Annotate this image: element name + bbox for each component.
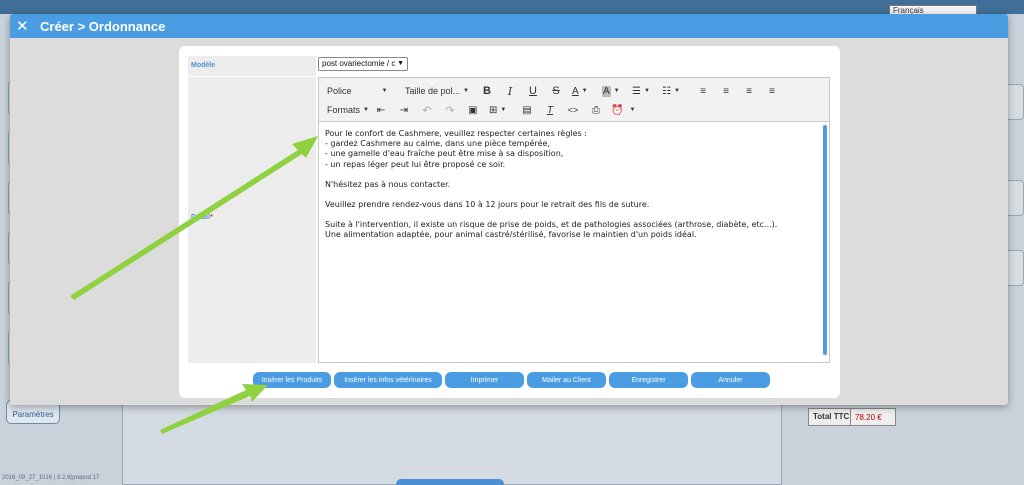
print-button[interactable]: Imprimer [445,372,524,388]
align-center-icon[interactable]: ≡ [718,83,734,99]
font-size-select[interactable]: Taille de pol... ▼ [405,83,477,99]
total-label: Total TTC [809,409,851,425]
text-line: N'hésitez pas à nous contacter. [325,179,451,189]
chevron-down-icon: ▼ [397,60,404,67]
chevron-down-icon: ▼ [363,107,369,113]
font-family-select[interactable]: Police ▼ [327,83,395,99]
redo-icon[interactable]: ↷ [442,102,458,118]
insert-vet-info-button[interactable]: Insérer les infos vétérinaires [334,372,442,388]
detail-label: Détail* [191,214,213,221]
align-left-icon[interactable]: ≡ [695,83,711,99]
text-color-icon[interactable]: A ▼ [572,83,588,99]
app-topbar [0,0,1024,14]
background-panel [122,404,782,485]
text-line: Veuillez prendre rendez-vous dans 10 à 1… [325,200,650,210]
image-icon[interactable]: ▣ [465,102,481,118]
undo-icon[interactable]: ↶ [419,102,435,118]
chevron-down-icon: ▼ [613,88,620,94]
chevron-down-icon: ▼ [463,88,469,94]
label-column [188,56,316,363]
editor-scrollbar[interactable] [823,125,827,355]
prescription-modal: ✕ Créer > Ordonnance Modèle Détail* post… [10,14,1008,405]
chevron-down-icon: ▼ [500,107,507,113]
modele-select[interactable]: post ovariectomie / c ▼ [318,57,408,71]
version-label: 2016_09_27_1016 | 8.2.8(prepod 17 [2,475,100,481]
chevron-down-icon: ▼ [629,107,636,113]
row-divider [188,76,316,77]
bullet-list-icon[interactable]: ☰ ▼ [632,83,650,99]
total-value: 78.20 € [855,412,882,422]
numbered-list-icon[interactable]: ☷ ▼ [662,83,680,99]
table-icon[interactable]: ⊞ ▼ [489,102,506,118]
indent-icon[interactable]: ⇥ [396,102,412,118]
editor-toolbar: Police ▼ Taille de pol... ▼ B I U S A ▼ A ▼ … [319,78,829,122]
clear-format-icon[interactable]: T [542,102,558,118]
italic-icon[interactable]: I [502,83,518,99]
editor-content[interactable]: Pour le confort de Cashmere, veuillez re… [319,123,823,362]
total-ttc: Total TTC 78.20 € [808,408,896,426]
close-icon[interactable]: ✕ [16,19,32,34]
bold-icon[interactable]: B [479,83,495,99]
formats-select[interactable]: Formats ▼ [327,102,369,118]
modal-header: ✕ Créer > Ordonnance [10,14,1008,38]
chevron-down-icon: ▼ [581,88,588,94]
text-line: Une alimentation adaptée, pour animal ca… [325,230,697,240]
modal-title: Créer > Ordonnance [40,18,166,34]
text-line: - gardez Cashmere au calme, dans une piè… [325,139,550,149]
text-line: Pour le confort de Cashmere, veuillez re… [325,129,587,138]
rich-text-editor: Police ▼ Taille de pol... ▼ B I U S A ▼ A ▼ … [318,77,830,363]
background-bottom-button[interactable] [396,479,504,485]
align-right-icon[interactable]: ≡ [741,83,757,99]
background-color-icon[interactable]: A ▼ [602,83,620,99]
strikethrough-icon[interactable]: S [548,83,564,99]
underline-icon[interactable]: U [525,83,541,99]
chevron-down-icon: ▼ [643,88,650,94]
align-justify-icon[interactable]: ≡ [764,83,780,99]
source-code-icon[interactable]: <> [565,102,581,118]
chevron-down-icon: ▼ [381,88,388,94]
modele-label: Modèle [191,62,216,69]
insert-products-button[interactable]: Insérer les Produits [253,372,331,388]
paste-icon[interactable]: ▤ [519,102,535,118]
text-line: - un repas léger peut lui être proposé c… [325,159,506,169]
print-icon[interactable]: ⎙ [588,102,604,118]
clock-icon[interactable]: ⏰ ▼ [611,102,635,118]
form-card: Modèle Détail* post ovariectomie / c ▼ P… [179,46,840,398]
text-line: Suite à l'intervention, il existe un ris… [325,220,778,230]
chevron-down-icon: ▼ [673,88,680,94]
cancel-button[interactable]: Annuler [691,372,770,388]
mail-client-button[interactable]: Mailer au Client [527,372,606,388]
save-button[interactable]: Enregistrer [609,372,688,388]
text-line: - une gamelle d'eau fraîche peut être mi… [325,149,564,159]
outdent-icon[interactable]: ⇤ [373,102,389,118]
